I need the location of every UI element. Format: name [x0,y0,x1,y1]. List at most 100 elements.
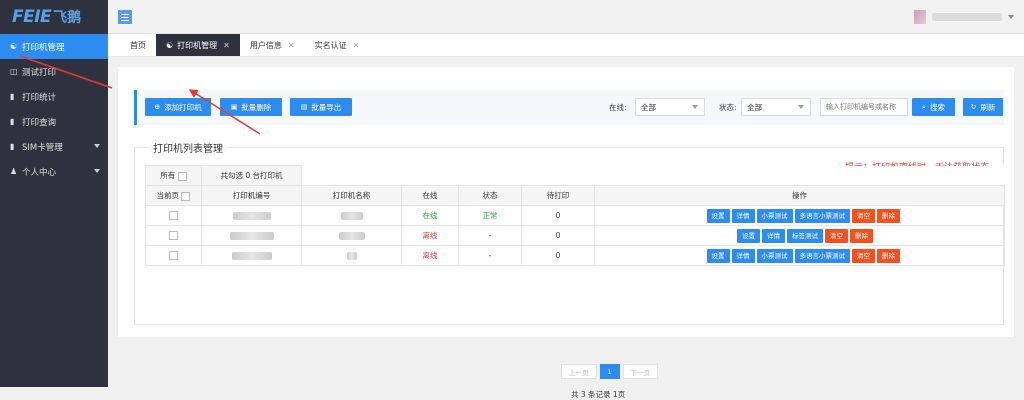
printer-list-title: 打印机列表管理 [149,140,227,155]
multilang-receipt-test-button[interactable]: 多语言小票测试 [794,208,850,223]
refresh-button[interactable]: ↻ 刷新 [963,98,1003,116]
sidebar-item-printer-management[interactable]: ☯ 打印机管理 [0,34,108,59]
settings-button[interactable]: 设置 [737,228,760,243]
sim-icon: ▮ [10,142,15,151]
search-input[interactable] [820,98,908,116]
details-button[interactable]: 详情 [731,208,755,223]
table-row: 离线 - 0 设置 详情 标签测试 清空 删除 [145,225,1005,246]
button-label: 批量导出 [311,102,342,112]
receipt-test-button[interactable]: 小票测试 [756,208,793,223]
chevron-down-icon [798,105,804,109]
search-button[interactable]: ⌕ 搜索 [912,98,955,116]
table-header-row: 当前页 打印机编号 打印机名称 在线 状态 待打印 操作 [145,185,1005,206]
user-icon: ♟ [10,167,18,176]
query-icon: ▮ [10,117,15,126]
delete-button[interactable]: 删除 [877,248,900,263]
status-cell: - [458,225,522,246]
status-cell: - [458,245,522,266]
column-header: 状态 [458,185,522,206]
tab-home[interactable]: 首页 [120,34,156,56]
chevron-down-icon [692,105,698,109]
main-content: ⊕ 添加打印机 ▣ 批量删除 ▤ 批量导出 在线: 全部 状态: 全部 输入打印… [108,57,1024,399]
select-page-label: 当前页 [156,191,180,200]
settings-button[interactable]: 设置 [706,208,730,223]
sidebar-item-label: 个人中心 [22,167,57,178]
close-icon[interactable]: ✕ [353,41,360,50]
sidebar-item-label: 打印机管理 [22,42,65,53]
select-all-checkbox[interactable] [177,171,187,181]
printer-sn-redacted [229,232,274,240]
chevron-down-icon [94,169,100,173]
content-panel: ⊕ 添加打印机 ▣ 批量删除 ▤ 批量导出 在线: 全部 状态: 全部 输入打印… [118,67,1014,399]
sidebar-item-print-query[interactable]: ▮ 打印查询 [0,109,108,134]
toolbar: ⊕ 添加打印机 ▣ 批量删除 ▤ 批量导出 在线: 全部 状态: 全部 输入打印… [134,90,1004,125]
clear-button[interactable]: 清空 [852,248,875,263]
add-printer-button[interactable]: ⊕ 添加打印机 [145,98,211,116]
trash-icon: ▣ [230,103,238,111]
receipt-test-button[interactable]: 小票测试 [756,248,793,263]
sidebar-item-label: 打印统计 [22,92,57,103]
details-button[interactable]: 详情 [731,248,755,263]
sidebar-item-print-stats[interactable]: ▮ 打印统计 [0,84,108,109]
column-header: 操作 [594,185,1005,206]
column-header: 待打印 [521,185,595,206]
close-icon[interactable]: ✕ [288,41,295,50]
printer-group-icon: ☯ [166,40,174,50]
pending-cell: 0 [521,245,595,266]
sidebar-item-label: 测试打印 [22,67,57,78]
user-menu[interactable] [914,10,1014,24]
select-all-cell: 所有 [145,165,202,186]
tab-printer-management[interactable]: ☯ 打印机管理 ✕ [156,34,240,56]
chevron-down-icon [94,144,100,148]
settings-button[interactable]: 设置 [706,248,730,263]
batch-export-button[interactable]: ▤ 批量导出 [290,98,352,116]
column-header: 打印机编号 [201,185,302,206]
sidebar: FEIE 飞鹅 ☯ 打印机管理 ◫ 测试打印 ▮ 打印统计 ▮ 打印查询 ▮ S… [0,0,108,387]
menu-toggle-button[interactable] [118,10,132,24]
selected-count: 共勾选 0 台打印机 [201,165,302,186]
status-filter-select[interactable]: 全部 [741,98,811,116]
online-filter-select[interactable]: 全部 [635,98,705,116]
row-checkbox[interactable] [169,231,178,241]
column-header: 打印机名称 [301,185,402,206]
multilang-receipt-test-button[interactable]: 多语言小票测试 [794,248,850,263]
printer-name-redacted [338,232,365,240]
logo-text: FEIE [12,7,52,27]
delete-button[interactable]: 删除 [877,208,900,223]
sidebar-item-test-print[interactable]: ◫ 测试打印 [0,59,108,84]
row-checkbox[interactable] [169,211,178,221]
brand-logo[interactable]: FEIE 飞鹅 [0,0,108,34]
batch-delete-button[interactable]: ▣ 批量删除 [220,98,282,116]
label-test-button[interactable]: 标签测试 [787,228,823,243]
printer-list-fieldset: 打印机列表管理 提示：打印机离线时，无法获取状态 所有 共勾选 0 台打印机 [134,140,1005,399]
next-page-button[interactable]: 下一页 [622,364,659,379]
online-filter-label: 在线: [609,103,627,112]
close-icon[interactable]: ✕ [223,41,230,50]
status-filter-label: 状态: [719,103,737,112]
sidebar-item-label: SIM卡管理 [22,142,63,153]
row-checkbox[interactable] [169,251,178,261]
status-cell: 正常 [458,205,522,226]
clear-button[interactable]: 清空 [852,208,875,223]
prev-page-button[interactable]: 上一页 [561,364,597,379]
select-page-checkbox[interactable] [181,191,191,201]
tab-real-name-auth[interactable]: 实名认证 ✕ [305,34,370,56]
page-number-button[interactable]: 1 [599,364,620,379]
pagination-summary: 共 3 条记录 1页 [571,390,626,399]
sidebar-item-user-center[interactable]: ♟ 个人中心 [0,159,108,184]
sidebar-item-sim-management[interactable]: ▮ SIM卡管理 [0,134,108,159]
tab-user-info[interactable]: 用户信息 ✕ [240,34,305,56]
button-label: 批量删除 [241,102,272,112]
tab-label: 用户信息 [249,40,282,50]
tab-label: 实名认证 [314,40,347,50]
actions-cell: 设置 详情 标签测试 清空 删除 [594,225,1005,246]
details-button[interactable]: 详情 [762,228,785,243]
button-label: 刷新 [980,102,996,112]
table-row: 在线 正常 0 设置 详情 小票测试 多语言小票测试 清空 删除 [145,205,1005,226]
select-value: 全部 [641,102,656,112]
tab-label: 打印机管理 [177,40,218,50]
delete-button[interactable]: 删除 [850,228,873,243]
actions-cell: 设置 详情 小票测试 多语言小票测试 清空 删除 [594,245,1005,266]
tab-label: 首页 [130,40,146,50]
clear-button[interactable]: 清空 [825,228,848,243]
